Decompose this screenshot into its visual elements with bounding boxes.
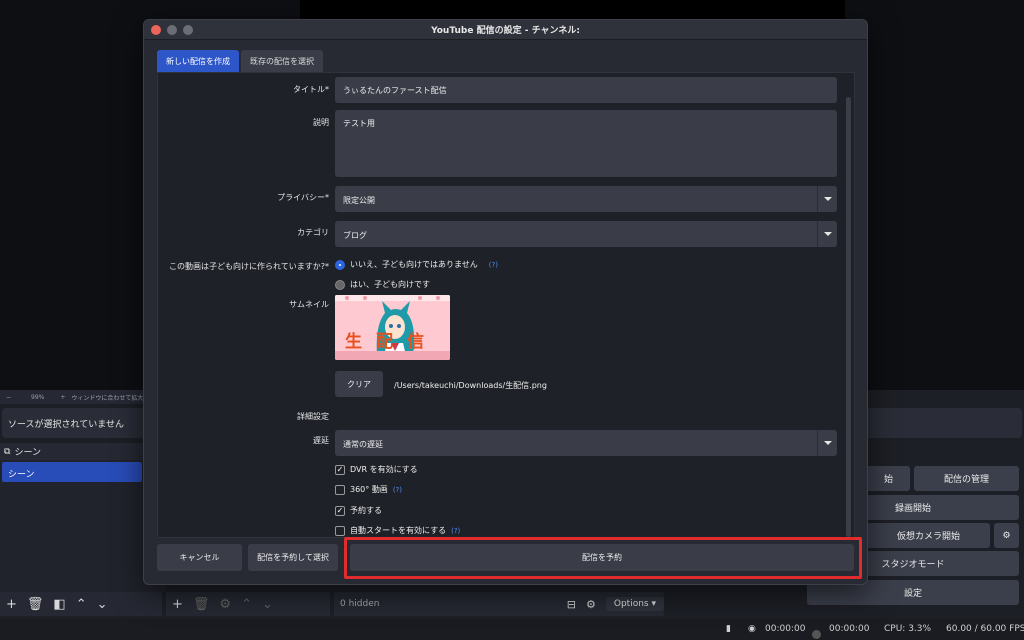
- latency-select[interactable]: 通常の遅延: [335, 430, 837, 456]
- video360-label: 360° 動画: [350, 485, 388, 494]
- schedule-label: 予約する: [350, 506, 382, 515]
- stream-time: 00:00:00: [829, 624, 870, 634]
- category-select[interactable]: ブログ: [335, 221, 837, 247]
- radio-selected-icon: [335, 259, 345, 270]
- cpu-usage: CPU: 3.3%: [884, 624, 932, 634]
- autostart-label: 自動スタートを有効にする: [350, 526, 447, 535]
- layout-icon[interactable]: ⊟: [567, 599, 576, 610]
- scene-list: シーン: [0, 460, 165, 592]
- privacy-label: プライバシー*: [277, 193, 329, 202]
- chevron-down-icon[interactable]: ⌄: [97, 598, 108, 611]
- latency-value: 通常の遅延: [343, 440, 383, 449]
- add-scene-icon[interactable]: +: [6, 598, 17, 611]
- description-textarea[interactable]: テスト用: [335, 110, 837, 177]
- title-input[interactable]: うぃるたんのファースト配信: [335, 77, 837, 103]
- highlight-annotation: [344, 537, 862, 579]
- title-label: タイトル*: [293, 85, 329, 94]
- hidden-count: 0 hidden: [340, 599, 380, 609]
- autostart-checkbox[interactable]: 自動スタートを有効にする (?): [335, 525, 460, 536]
- add-source-icon[interactable]: +: [172, 598, 183, 611]
- radio-unselected-icon: [335, 279, 345, 290]
- options-button[interactable]: Options ▾: [605, 597, 664, 611]
- help-link[interactable]: (?): [489, 261, 498, 269]
- scenes-dock-title: シーン: [14, 448, 41, 458]
- fps-readout: 60.00 / 60.00 FPS: [946, 624, 1024, 634]
- signal-icon: ▮: [726, 624, 731, 634]
- kids-no-label: いいえ、子ども向けではありません: [350, 260, 478, 269]
- gear-icon[interactable]: ⚙: [219, 598, 231, 611]
- trash-icon[interactable]: 🗑: [193, 598, 210, 611]
- scene-toolbar: + 🗑 ◧ ⌃ ⌄: [0, 592, 162, 616]
- checkbox-unchecked-icon: [335, 484, 345, 495]
- zoom-fit-hint[interactable]: ウィンドウに合わせて拡大縮: [71, 393, 149, 402]
- zoom-in-button[interactable]: +: [60, 394, 65, 401]
- obs-main-window: − 99% + ウィンドウに合わせて拡大縮 ソースが選択されていません ⧉ シー…: [0, 0, 1024, 640]
- kids-yes-radio[interactable]: はい、子ども向けです: [335, 279, 430, 290]
- youtube-stream-dialog: YouTube 配信の設定 - チャンネル: 新しい配信を作成 既存の配信を選択…: [143, 19, 868, 585]
- filter-icon[interactable]: ◧: [53, 598, 65, 611]
- trash-icon[interactable]: 🗑: [27, 598, 44, 611]
- zoom-bar: − 99% + ウィンドウに合わせて拡大縮: [0, 390, 165, 404]
- chevron-down-icon: [817, 221, 837, 247]
- latency-label: 遅延: [313, 436, 329, 445]
- tab-select-existing[interactable]: 既存の配信を選択: [241, 50, 323, 72]
- thumbnail-path: /Users/takeuchi/Downloads/生配信.png: [394, 381, 547, 390]
- cancel-button[interactable]: キャンセル: [157, 544, 242, 571]
- scenes-dock-header: ⧉ シーン: [0, 443, 165, 460]
- scene-item[interactable]: シーン: [2, 462, 142, 482]
- checkbox-unchecked-icon: [335, 525, 345, 536]
- zoom-out-button[interactable]: −: [6, 394, 11, 401]
- dvr-label: DVR を有効にする: [350, 465, 418, 474]
- virtual-camera-gear-icon[interactable]: ⚙: [994, 523, 1019, 548]
- chevron-up-icon[interactable]: ⌃: [76, 598, 87, 611]
- kids-no-radio[interactable]: いいえ、子ども向けではありません (?): [335, 259, 498, 270]
- category-value: ブログ: [343, 231, 367, 240]
- advanced-settings-label: 詳細設定: [297, 412, 329, 421]
- dialog-title: YouTube 配信の設定 - チャンネル:: [431, 26, 580, 36]
- chevron-down-icon: [817, 430, 837, 456]
- kids-yes-label: はい、子ども向けです: [350, 280, 430, 289]
- zoom-value: 99%: [31, 393, 45, 401]
- privacy-select[interactable]: 限定公開: [335, 186, 837, 212]
- dialog-titlebar: YouTube 配信の設定 - チャンネル:: [144, 20, 867, 40]
- category-label: カテゴリ: [297, 228, 329, 237]
- rec-time: 00:00:00: [765, 624, 806, 634]
- help-link[interactable]: (?): [451, 527, 460, 535]
- scenes-dock-icon: ⧉: [4, 446, 11, 457]
- chevron-up-icon[interactable]: ⌃: [241, 598, 252, 611]
- dvr-checkbox[interactable]: ✓ DVR を有効にする: [335, 464, 418, 475]
- description-label: 説明: [313, 118, 329, 127]
- thumbnail-image: 生配信: [335, 295, 450, 360]
- form-pane: タイトル* うぃるたんのファースト配信 説明 テスト用 プライバシー* 限定公開…: [157, 72, 855, 538]
- chevron-down-icon[interactable]: ⌄: [262, 598, 273, 611]
- schedule-checkbox[interactable]: ✓ 予約する: [335, 505, 382, 516]
- form-scrollbar[interactable]: [846, 97, 851, 537]
- status-bar: ▮ ◉ 00:00:00 00:00:00 CPU: 3.3% 60.00 / …: [0, 619, 1024, 640]
- tab-create-new[interactable]: 新しい配信を作成: [157, 50, 239, 72]
- manage-stream-button[interactable]: 配信の管理: [914, 466, 1019, 491]
- video360-checkbox[interactable]: 360° 動画 (?): [335, 484, 402, 495]
- dialog-tabs: 新しい配信を作成 既存の配信を選択: [157, 50, 323, 72]
- clear-thumbnail-button[interactable]: クリア: [335, 371, 383, 397]
- rec-indicator-icon: ◉: [748, 624, 756, 634]
- source-dock-toolbar: + 🗑 ⚙ ⌃ ⌄: [166, 592, 330, 616]
- help-link[interactable]: (?): [393, 486, 402, 494]
- schedule-and-select-button[interactable]: 配信を予約して選択: [248, 544, 338, 571]
- privacy-value: 限定公開: [343, 196, 375, 205]
- audio-dock-toolbar: 0 hidden ⊟ ⚙ Options ▾: [334, 592, 664, 616]
- gears-icon[interactable]: ⚙: [586, 599, 596, 610]
- thumbnail-caption: 生配信: [345, 332, 438, 352]
- checkbox-checked-icon: ✓: [335, 464, 345, 475]
- checkbox-checked-icon: ✓: [335, 505, 345, 516]
- no-source-status: ソースが選択されていません: [8, 420, 125, 430]
- chevron-down-icon: [817, 186, 837, 212]
- thumbnail-label: サムネイル: [289, 300, 329, 309]
- made-for-kids-label: この動画は子ども向けに作られていますか?*: [168, 262, 329, 271]
